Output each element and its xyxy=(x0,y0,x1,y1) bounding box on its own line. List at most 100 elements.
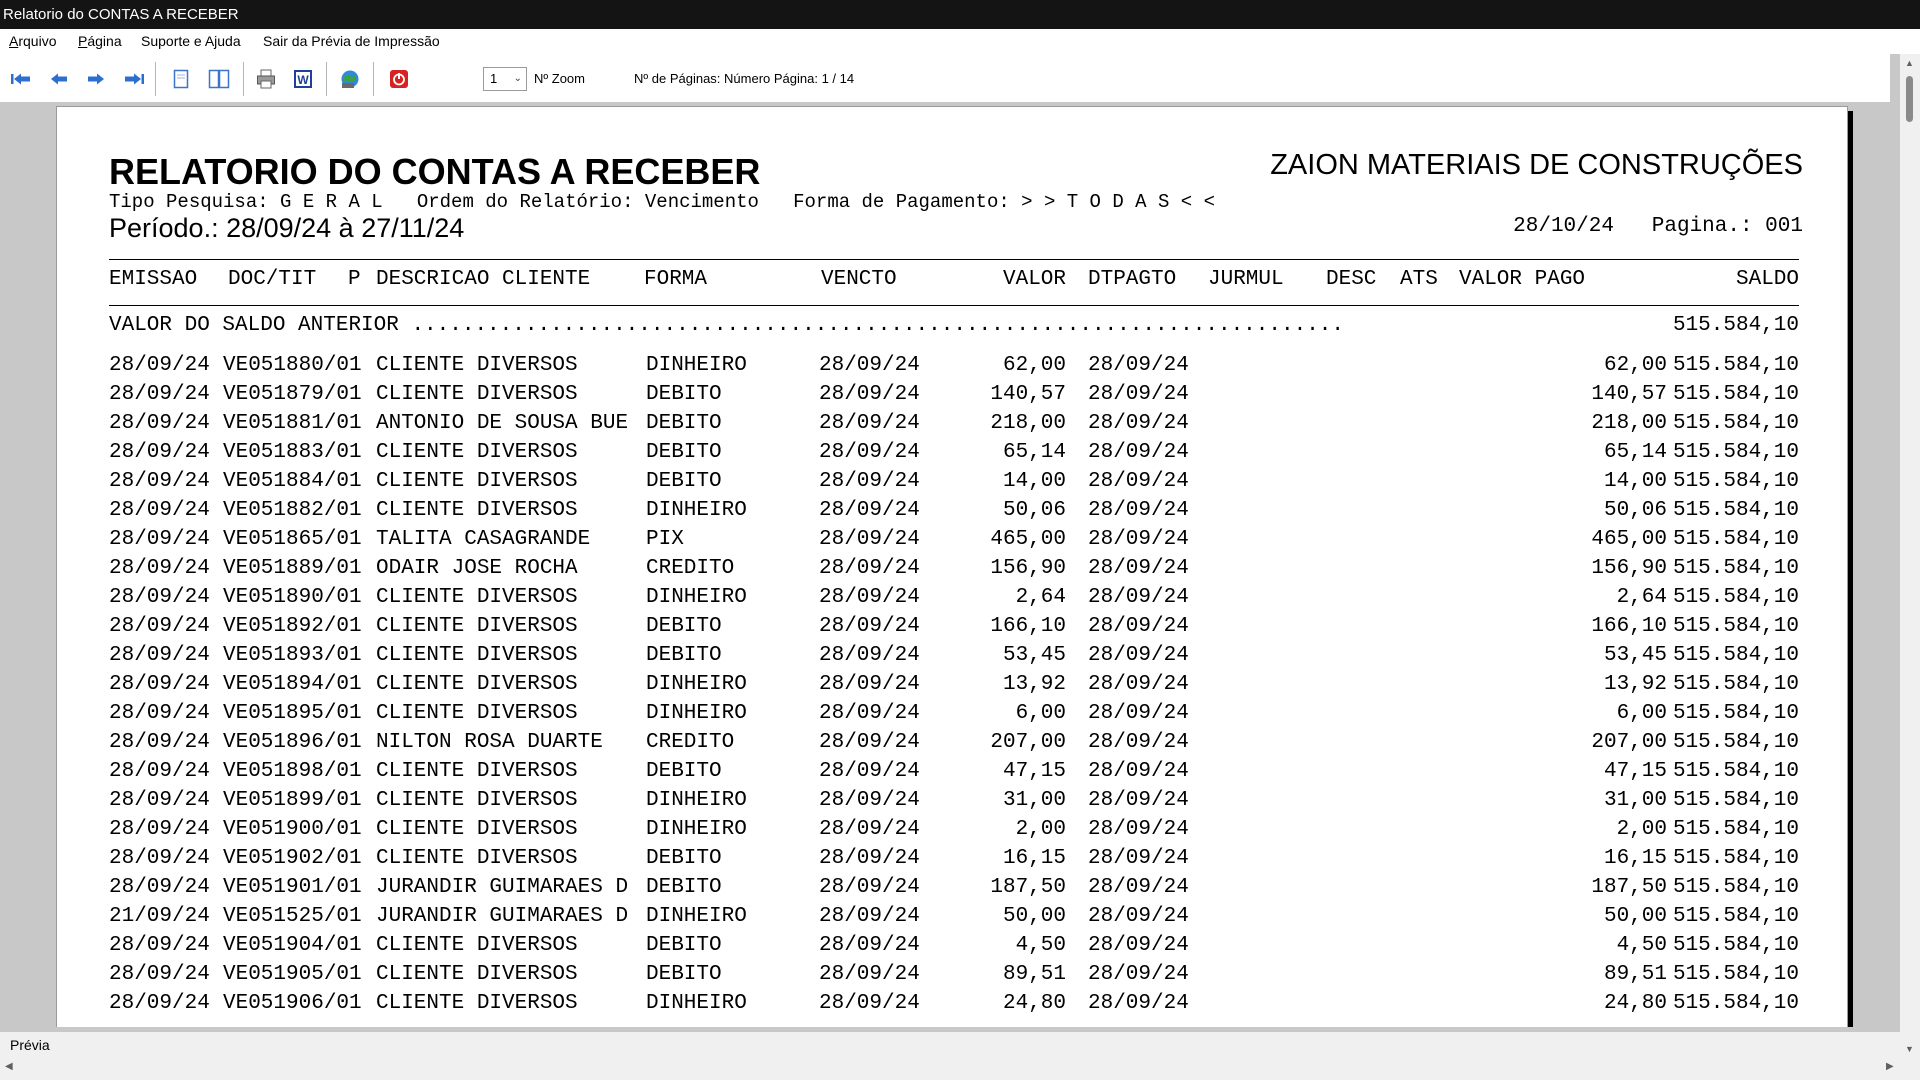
cell-saldo: 515.584,10 xyxy=(1672,789,1799,812)
col-jurmul: JURMUL xyxy=(1208,268,1284,291)
cell-valor: 89,51 xyxy=(1002,963,1066,986)
zoom-label: Nº Zoom xyxy=(534,71,585,86)
cell-forma: DINHEIRO xyxy=(646,586,747,609)
cell-cliente: CLIENTE DIVERSOS xyxy=(376,789,578,812)
cell-dtpagto: 28/09/24 xyxy=(1088,354,1189,377)
cell-forma: DEBITO xyxy=(646,760,722,783)
cell-valor-pago: 65,14 xyxy=(1603,441,1667,464)
cell-forma: DINHEIRO xyxy=(646,818,747,841)
cell-valor-pago: 156,90 xyxy=(1591,557,1667,580)
cell-valor-pago: 14,00 xyxy=(1603,470,1667,493)
cell-forma: DINHEIRO xyxy=(646,992,747,1015)
table-row: 28/09/24 VE051899/01 CLIENTE DIVERSOS DINHE… xyxy=(109,788,1799,817)
cell-vencto: 28/09/24 xyxy=(819,644,920,667)
horizontal-scrollbar[interactable]: ◀ ▶ xyxy=(0,1058,1920,1080)
scroll-right-icon[interactable]: ▶ xyxy=(1886,1061,1894,1072)
cell-saldo: 515.584,10 xyxy=(1672,847,1799,870)
first-page-icon[interactable] xyxy=(8,66,34,92)
cell-doc: VE051884/01 xyxy=(223,470,362,493)
cell-forma: CREDITO xyxy=(646,731,735,754)
single-page-icon[interactable] xyxy=(168,66,194,92)
cell-valor: 14,00 xyxy=(1002,470,1066,493)
cell-saldo: 515.584,10 xyxy=(1672,731,1799,754)
cell-cliente: CLIENTE DIVERSOS xyxy=(376,615,578,638)
cell-vencto: 28/09/24 xyxy=(819,905,920,928)
last-page-icon[interactable] xyxy=(121,66,147,92)
cell-dtpagto: 28/09/24 xyxy=(1088,847,1189,870)
cell-valor: 50,00 xyxy=(1002,905,1066,928)
menu-pagina[interactable]: Página xyxy=(78,29,122,54)
word-export-icon[interactable]: W xyxy=(290,66,316,92)
cell-doc: VE051902/01 xyxy=(223,847,362,870)
cell-valor-pago: 50,00 xyxy=(1603,905,1667,928)
close-preview-icon[interactable] xyxy=(386,66,412,92)
cell-dtpagto: 28/09/24 xyxy=(1088,470,1189,493)
scroll-left-icon[interactable]: ◀ xyxy=(5,1061,13,1072)
cell-forma: DEBITO xyxy=(646,470,722,493)
cell-valor: 2,64 xyxy=(1015,586,1066,609)
cell-valor-pago: 2,64 xyxy=(1616,586,1667,609)
cell-doc: VE051883/01 xyxy=(223,441,362,464)
header-divider-top xyxy=(109,259,1799,260)
cell-emissao: 28/09/24 xyxy=(109,615,210,638)
cell-cliente: TALITA CASAGRANDE xyxy=(376,528,591,551)
cell-doc: VE051889/01 xyxy=(223,557,362,580)
table-row: 28/09/24 VE051883/01 CLIENTE DIVERSOS DEBIT… xyxy=(109,440,1799,469)
prev-page-icon[interactable] xyxy=(46,66,72,92)
cell-valor: 465,00 xyxy=(990,528,1066,551)
web-export-icon[interactable] xyxy=(337,66,363,92)
cell-forma: CREDITO xyxy=(646,557,735,580)
cell-doc: VE051895/01 xyxy=(223,702,362,725)
cell-doc: VE051904/01 xyxy=(223,934,362,957)
cell-doc: VE051898/01 xyxy=(223,760,362,783)
scroll-thumb[interactable] xyxy=(1906,76,1913,122)
cell-saldo: 515.584,10 xyxy=(1672,876,1799,899)
cell-vencto: 28/09/24 xyxy=(819,760,920,783)
menu-sair-previa[interactable]: Sair da Prévia de Impressão xyxy=(263,29,440,54)
cell-doc: VE051896/01 xyxy=(223,731,362,754)
table-row: 28/09/24 VE051880/01 CLIENTE DIVERSOS DINHE… xyxy=(109,353,1799,382)
print-icon[interactable] xyxy=(253,66,279,92)
cell-cliente: CLIENTE DIVERSOS xyxy=(376,673,578,696)
report-date-page: 28/10/24 Pagina.: 001 xyxy=(1513,215,1803,238)
col-valor-pago: VALOR PAGO xyxy=(1459,268,1586,291)
cell-valor-pago: 140,57 xyxy=(1591,383,1667,406)
cell-cliente: CLIENTE DIVERSOS xyxy=(376,586,578,609)
cell-saldo: 515.584,10 xyxy=(1672,818,1799,841)
toolbar: W 1 ⌄ Nº Zoom Nº de Páginas: Número Pági… xyxy=(0,54,1890,103)
cell-vencto: 28/09/24 xyxy=(819,412,920,435)
cell-valor: 31,00 xyxy=(1002,789,1066,812)
cell-dtpagto: 28/09/24 xyxy=(1088,383,1189,406)
cell-dtpagto: 28/09/24 xyxy=(1088,615,1189,638)
scroll-down-icon[interactable]: ▼ xyxy=(1905,1044,1914,1054)
cell-forma: PIX xyxy=(646,528,684,551)
report-filters: Tipo Pesquisa: G E R A L Ordem do Relató… xyxy=(109,191,1215,213)
cell-saldo: 515.584,10 xyxy=(1672,557,1799,580)
cell-valor: 156,90 xyxy=(990,557,1066,580)
vertical-scrollbar[interactable]: ▲ ▼ xyxy=(1900,54,1920,1058)
table-row: 28/09/24 VE051889/01 ODAIR JOSE ROCHA CREDI… xyxy=(109,556,1799,585)
cell-dtpagto: 28/09/24 xyxy=(1088,818,1189,841)
scroll-up-icon[interactable]: ▲ xyxy=(1905,58,1914,68)
zoom-select[interactable]: 1 ⌄ xyxy=(483,67,527,91)
cell-saldo: 515.584,10 xyxy=(1672,383,1799,406)
cell-vencto: 28/09/24 xyxy=(819,818,920,841)
cell-valor-pago: 2,00 xyxy=(1616,818,1667,841)
cell-emissao: 28/09/24 xyxy=(109,731,210,754)
preview-area[interactable]: RELATORIO DO CONTAS A RECEBER ZAION MATE… xyxy=(0,102,1900,1027)
menu-arquivo[interactable]: Arquivo xyxy=(9,29,56,54)
svg-text:W: W xyxy=(297,73,309,87)
next-page-icon[interactable] xyxy=(83,66,109,92)
cell-vencto: 28/09/24 xyxy=(819,876,920,899)
cell-saldo: 515.584,10 xyxy=(1672,528,1799,551)
report-page: RELATORIO DO CONTAS A RECEBER ZAION MATE… xyxy=(56,106,1848,1027)
two-page-icon[interactable] xyxy=(206,66,232,92)
cell-dtpagto: 28/09/24 xyxy=(1088,876,1189,899)
cell-dtpagto: 28/09/24 xyxy=(1088,702,1189,725)
table-row: 28/09/24 VE051898/01 CLIENTE DIVERSOS DEBIT… xyxy=(109,759,1799,788)
column-header-row: EMISSAO DOC/TIT P DESCRICAO CLIENTE FORM… xyxy=(109,267,1799,293)
cell-vencto: 28/09/24 xyxy=(819,847,920,870)
menu-suporte[interactable]: Suporte e Ajuda xyxy=(141,29,241,54)
cell-emissao: 28/09/24 xyxy=(109,963,210,986)
cell-cliente: ANTONIO DE SOUSA BUE xyxy=(376,412,629,435)
